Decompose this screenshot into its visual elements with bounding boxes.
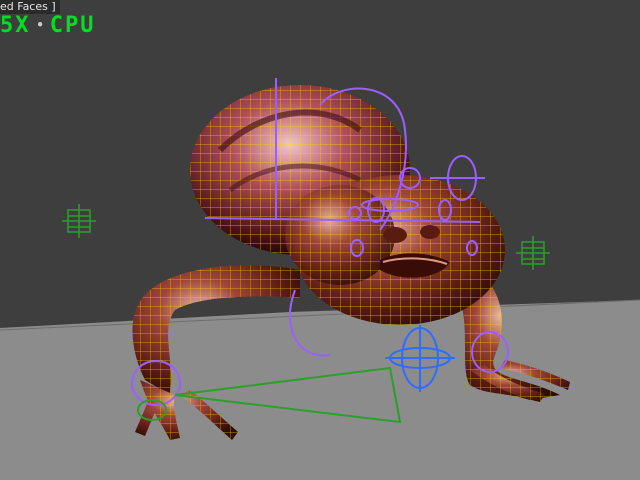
3d-viewport[interactable]: ed Faces ] 5X • CPU: [0, 0, 640, 480]
hud-overlay: 5X • CPU: [0, 12, 95, 38]
creature-body[interactable]: [285, 175, 505, 325]
grid-helper-right-icon[interactable]: [516, 236, 550, 270]
viewport-scene[interactable]: [0, 0, 640, 480]
hud-separator: •: [36, 18, 44, 32]
fps-counter: 5X: [0, 12, 31, 38]
grid-helper-left-icon[interactable]: [62, 204, 96, 238]
render-mode-label: CPU: [49, 12, 96, 38]
